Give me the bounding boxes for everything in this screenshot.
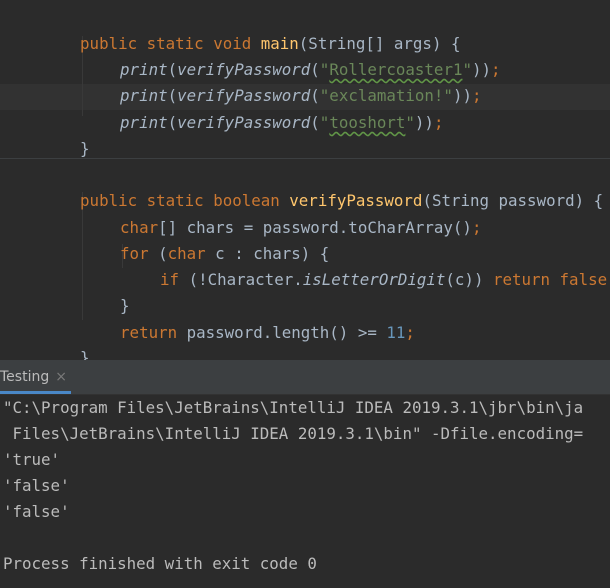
run-tool-window: Testing × "C:\Program Files\JetBrains\Int… — [0, 360, 610, 588]
token-paren: ( — [167, 113, 178, 132]
console-output-line: 'false' — [3, 476, 70, 495]
token-semicolon: ; — [471, 218, 482, 237]
console-command-line: Files\JetBrains\IntelliJ IDEA 2019.3.1\b… — [3, 424, 584, 443]
token-expression: (c)) — [445, 270, 493, 289]
close-icon[interactable]: × — [55, 369, 67, 385]
token-number: 11 — [386, 323, 406, 342]
console-command-line: "C:\Program Files\JetBrains\IntelliJ IDE… — [3, 398, 584, 417]
token-keyword: if — [160, 270, 189, 289]
token-semicolon: ; — [471, 86, 482, 105]
code-line-close-main[interactable]: } — [42, 110, 90, 158]
token-call: print — [120, 113, 168, 132]
token-expression: password.length() >= — [186, 323, 387, 342]
token-call: isLetterOrDigit — [302, 270, 446, 289]
console-output-line: 'true' — [3, 450, 61, 469]
token-expression: (!Character. — [188, 270, 303, 289]
code-line-verify-signature[interactable]: public static boolean verifyPassword(Str… — [42, 162, 603, 210]
token-semicolon: ; — [405, 323, 415, 342]
token-quote: " — [319, 113, 330, 132]
code-line-main-signature[interactable]: public static void main(String[] args) { — [42, 5, 460, 53]
token-brace: } — [80, 348, 90, 360]
code-line-print-2[interactable]: print(verifyPassword("exclamation!")); — [82, 57, 481, 105]
code-line-for-loop[interactable]: for (char c : chars) { — [82, 215, 329, 263]
token-semicolon: ; — [433, 113, 444, 132]
console-output-line: 'false' — [3, 502, 70, 521]
token-keyword: return — [120, 323, 187, 342]
token-paren: )) — [414, 113, 434, 132]
token-paren: ( — [310, 113, 320, 132]
code-line-return[interactable]: return password.length() >= 11; — [82, 294, 415, 342]
code-line-print-1[interactable]: print(verifyPassword("Rollercoaster1")); — [82, 31, 500, 79]
console-exit-status: Process finished with exit code 0 — [3, 554, 317, 573]
code-line-close-verify[interactable]: } — [42, 319, 90, 360]
tab-label: Testing — [0, 369, 50, 385]
token-keyword: return false; — [492, 270, 610, 289]
token-quote: " — [405, 113, 415, 132]
tool-window-tab-bar: Testing × — [0, 360, 610, 395]
token-call: verifyPassword — [177, 113, 311, 132]
code-line-if-check[interactable]: if (!Character.isLetterOrDigit(c)) retur… — [122, 241, 610, 289]
tab-testing[interactable]: Testing × — [0, 360, 71, 394]
code-line-print-3[interactable]: print(verifyPassword("tooshort")); — [82, 84, 443, 132]
code-editor[interactable]: public static void main(String[] args) {… — [0, 0, 610, 360]
code-line-close-for[interactable]: } — [82, 267, 130, 315]
token-brace: } — [80, 139, 90, 158]
code-line-char-array[interactable]: char[] chars = password.toCharArray(); — [82, 189, 481, 237]
token-string: tooshort — [329, 113, 406, 132]
token-semicolon: ; — [491, 60, 501, 79]
token-paren: )) — [452, 86, 472, 105]
